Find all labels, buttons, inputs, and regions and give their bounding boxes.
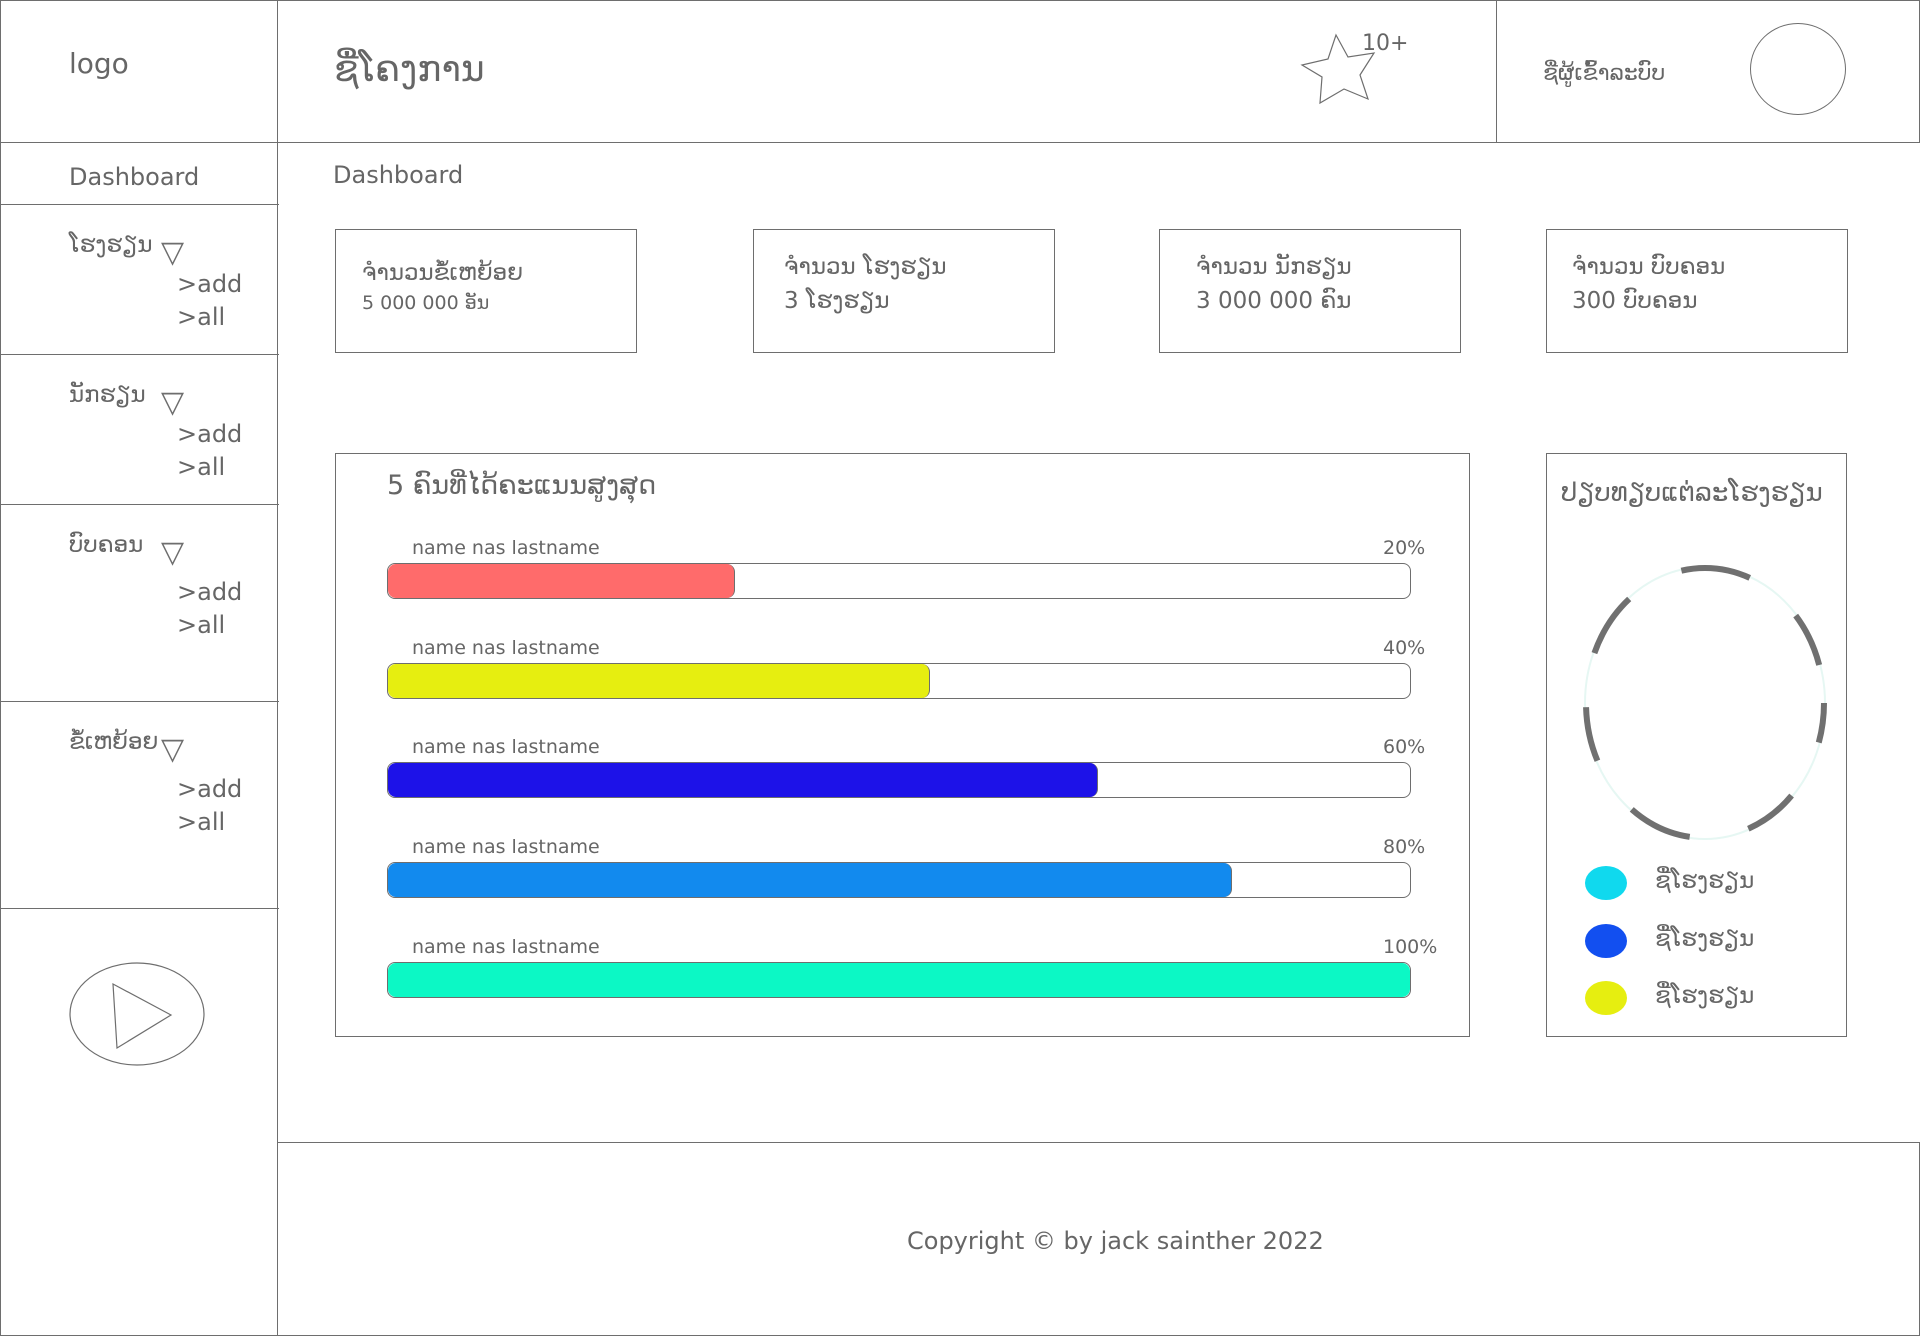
user-panel: ຊື່ຜູ້ເຂົ້າລະບົບ <box>1496 0 1920 143</box>
stat-label: ຈຳນວນ ບົບຄອນ <box>1572 254 1726 280</box>
scorer-name: name nas lastname <box>412 836 600 858</box>
legend-swatch <box>1585 924 1627 958</box>
score-progress-fill <box>388 963 1410 997</box>
all-curricula-link[interactable]: >all <box>177 609 225 642</box>
scorer-name: name nas lastname <box>412 936 600 958</box>
add-school-link[interactable]: >add <box>177 268 242 301</box>
sidebar-section-label[interactable]: ໂຮງຮຽນ <box>69 232 153 258</box>
header-bar: ຊື່ໂຄງການ 10+ <box>277 0 1497 143</box>
sidebar-section-curricula: ບົບຄອນ ▽ >add >all <box>1 504 279 702</box>
panel-title: ປຽບທຽບແຕ່ລະໂຮງຮຽນ <box>1561 478 1823 508</box>
sidebar-section-label[interactable]: ນັກຮຽນ <box>69 382 146 408</box>
add-curriculum-link[interactable]: >add <box>177 576 242 609</box>
notification-count-badge: 10+ <box>1362 31 1409 56</box>
legend-label: ຊື່ໂຮງຮຽນ <box>1655 983 1755 1009</box>
comparison-donut-chart <box>1583 565 1827 841</box>
user-name: ຊື່ຜູ້ເຂົ້າລະບົບ <box>1543 61 1666 86</box>
sidebar: Dashboard ໂຮງຮຽນ ▽ >add >all ນັກຮຽນ ▽ >a… <box>0 142 279 1336</box>
all-students-link[interactable]: >all <box>177 451 225 484</box>
score-percent: 80% <box>1383 836 1426 858</box>
add-complaint-link[interactable]: >add <box>177 773 242 806</box>
legend-label: ຊື່ໂຮງຮຽນ <box>1655 926 1755 952</box>
score-progress-bar <box>387 563 1411 599</box>
score-percent: 40% <box>1383 637 1426 659</box>
chevron-down-icon[interactable]: ▽ <box>161 238 184 268</box>
stat-value: 300 ບົບຄອນ <box>1572 288 1698 314</box>
breadcrumb[interactable]: Dashboard <box>333 161 463 189</box>
score-progress-fill <box>388 763 1099 797</box>
scorer-name: name nas lastname <box>412 537 600 559</box>
scorer-name: name nas lastname <box>412 637 600 659</box>
stat-value: 5 000 000 ອັນ <box>362 292 490 314</box>
legend-swatch <box>1585 866 1627 900</box>
avatar[interactable] <box>1750 23 1846 115</box>
all-complaints-link[interactable]: >all <box>177 806 225 839</box>
stat-value: 3 000 000 ຄົນ <box>1196 288 1352 314</box>
stat-label: ຈຳນວນ ນັກຮຽນ <box>1196 254 1352 280</box>
chevron-down-icon[interactable]: ▽ <box>161 538 184 568</box>
copyright-text: Copyright © by jack sainther 2022 <box>907 1227 1324 1255</box>
score-progress-fill <box>388 564 736 598</box>
logo-cell: logo <box>0 0 278 143</box>
stat-label: ຈຳນວນຂໍ້ເຫຍ້ອຍ <box>362 260 524 286</box>
all-schools-link[interactable]: >all <box>177 301 225 334</box>
score-progress-bar <box>387 962 1411 998</box>
stat-card-complaints[interactable]: ຈຳນວນຂໍ້ເຫຍ້ອຍ 5 000 000 ອັນ <box>335 229 637 353</box>
scorer-name: name nas lastname <box>412 736 600 758</box>
score-percent: 60% <box>1383 736 1426 758</box>
legend-swatch <box>1585 981 1627 1015</box>
score-progress-fill <box>388 863 1233 897</box>
sidebar-item-dashboard[interactable]: Dashboard <box>1 143 279 205</box>
sidebar-section-schools: ໂຮງຮຽນ ▽ >add >all <box>1 204 279 355</box>
stat-card-schools[interactable]: ຈຳນວນ ໂຮງຮຽນ 3 ໂຮງຮຽນ <box>753 229 1055 353</box>
score-percent: 100% <box>1383 936 1438 958</box>
chevron-down-icon[interactable]: ▽ <box>161 735 184 765</box>
score-progress-bar <box>387 762 1411 798</box>
app-title: ຊື່ໂຄງການ <box>334 49 485 90</box>
sidebar-section-label[interactable]: ບົບຄອນ <box>69 532 143 558</box>
panel-title: 5 ຄົນທີ່ໄດ້ຄະແນນສູງສຸດ <box>387 470 657 501</box>
stat-value: 3 ໂຮງຮຽນ <box>784 288 890 314</box>
add-student-link[interactable]: >add <box>177 418 242 451</box>
score-percent: 20% <box>1383 537 1426 559</box>
sidebar-section-label[interactable]: ຂໍ້ເຫຍ້ອຍ <box>69 729 158 755</box>
chevron-down-icon[interactable]: ▽ <box>161 388 184 418</box>
score-progress-bar <box>387 663 1411 699</box>
sidebar-section-complaints: ຂໍ້ເຫຍ້ອຍ ▽ >add >all <box>1 701 279 909</box>
sidebar-section-students: ນັກຮຽນ ▽ >add >all <box>1 354 279 505</box>
stat-card-curricula[interactable]: ຈຳນວນ ບົບຄອນ 300 ບົບຄອນ <box>1546 229 1848 353</box>
stat-label: ຈຳນວນ ໂຮງຮຽນ <box>784 254 947 280</box>
play-icon[interactable] <box>69 962 207 1068</box>
sidebar-item-label: Dashboard <box>69 163 200 191</box>
stat-card-students[interactable]: ຈຳນວນ ນັກຮຽນ 3 000 000 ຄົນ <box>1159 229 1461 353</box>
score-progress-bar <box>387 862 1411 898</box>
footer: Copyright © by jack sainther 2022 <box>277 1142 1920 1336</box>
logo[interactable]: logo <box>69 47 129 80</box>
score-progress-fill <box>388 664 930 698</box>
legend-label: ຊື່ໂຮງຮຽນ <box>1655 868 1755 894</box>
